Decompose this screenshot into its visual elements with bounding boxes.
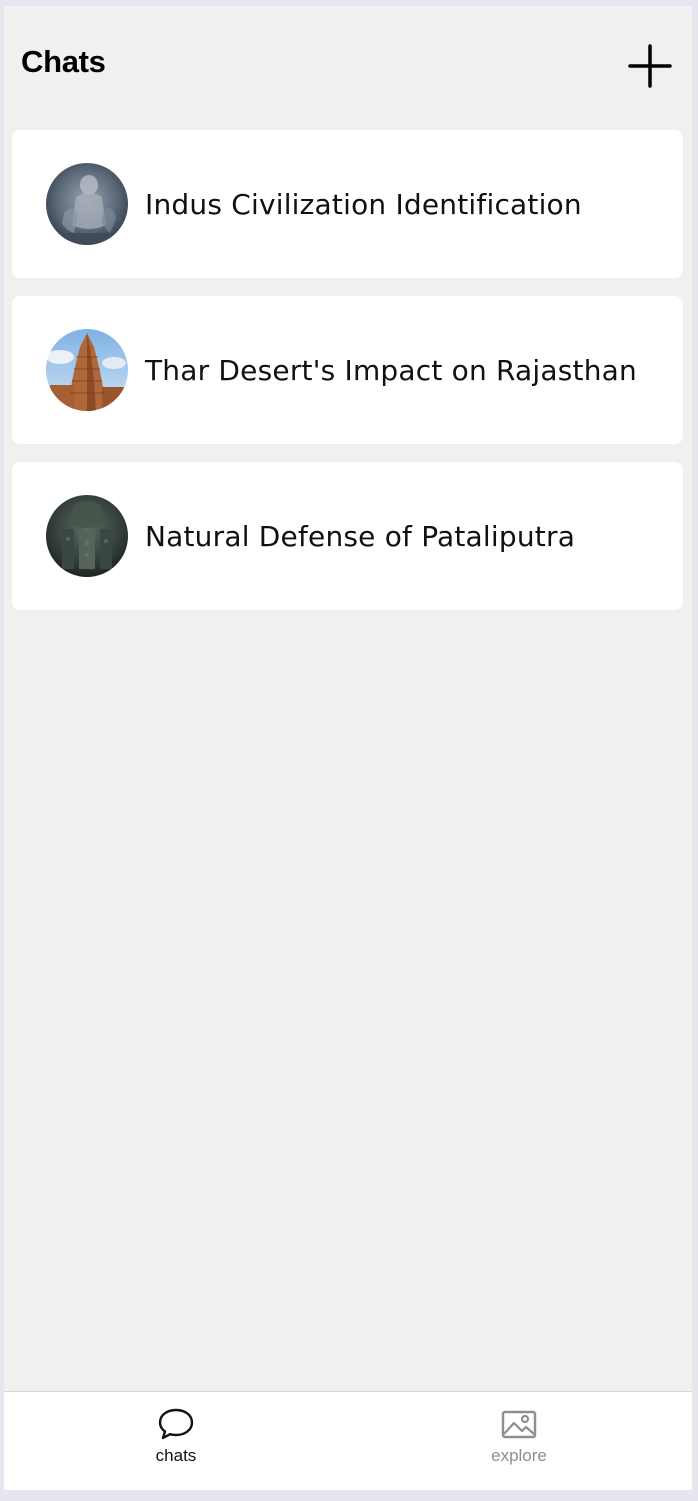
tab-label: chats bbox=[155, 1446, 197, 1465]
tab-chats[interactable]: chats bbox=[116, 1406, 236, 1476]
plus-icon bbox=[628, 44, 672, 88]
tab-label: explore bbox=[491, 1446, 547, 1465]
tab-bar: chats explore bbox=[4, 1391, 692, 1490]
image-icon bbox=[501, 1410, 537, 1439]
stone-carving-thumbnail bbox=[46, 163, 128, 245]
chat-item[interactable]: Natural Defense of Pataliputra bbox=[12, 462, 683, 610]
tab-explore[interactable]: explore bbox=[459, 1406, 579, 1476]
new-chat-button[interactable] bbox=[624, 40, 676, 92]
chat-title: Indus Civilization Identification bbox=[145, 188, 582, 221]
chat-title: Natural Defense of Pataliputra bbox=[145, 520, 576, 553]
header: Chats bbox=[4, 6, 692, 124]
chat-list: Indus Civilization Identification Thar D… bbox=[12, 130, 683, 628]
dark-sculpture-thumbnail bbox=[46, 495, 128, 577]
temple-tower-thumbnail bbox=[46, 329, 128, 411]
chat-bubble-icon bbox=[158, 1408, 194, 1440]
app-screen: Chats Indus Civilization Identification … bbox=[4, 6, 692, 1490]
chat-item[interactable]: Indus Civilization Identification bbox=[12, 130, 683, 278]
chat-item[interactable]: Thar Desert's Impact on Rajasthan bbox=[12, 296, 683, 444]
chat-title: Thar Desert's Impact on Rajasthan bbox=[145, 354, 637, 387]
page-title: Chats bbox=[21, 44, 106, 79]
